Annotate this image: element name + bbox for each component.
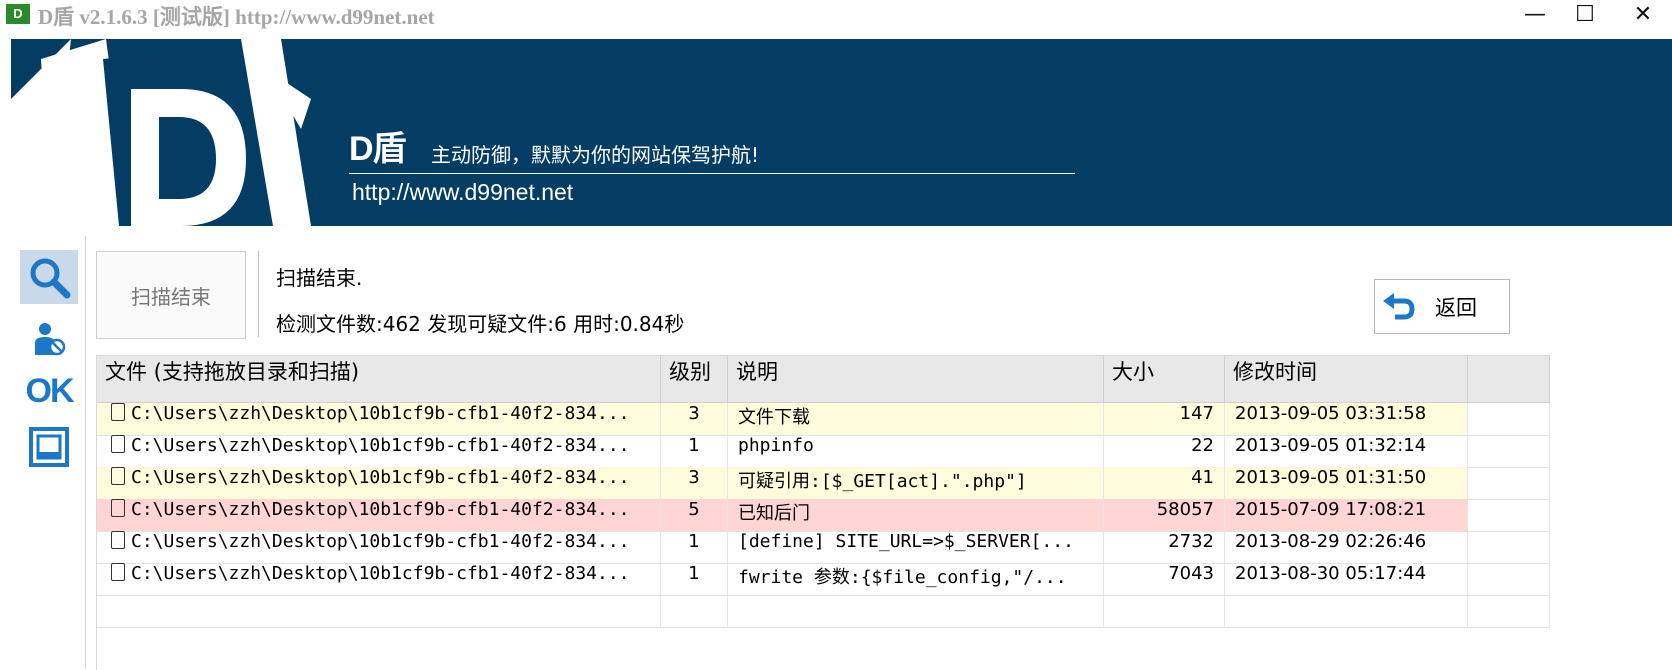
scan-tool-button[interactable] [20, 250, 78, 304]
ok-tool-button[interactable]: OK [20, 364, 78, 418]
close-button[interactable]: ✕ [1620, 0, 1666, 30]
blank-cell [1468, 403, 1550, 435]
app-logo-icon: D [6, 4, 30, 24]
blank-cell [1468, 435, 1550, 467]
file-path: C:\Users\zzh\Desktop\10b1cf9b-cfb1-40f2-… [131, 467, 630, 488]
file-cell [97, 595, 661, 627]
title-bar: D D盾 v2.1.6.3 [测试版] http://www.d99net.ne… [0, 0, 1672, 30]
size-cell: 41 [1104, 467, 1225, 499]
size-cell: 7043 [1104, 563, 1225, 595]
table-row[interactable]: C:\Users\zzh\Desktop\10b1cf9b-cfb1-40f2-… [97, 435, 1550, 468]
file-cell: C:\Users\zzh\Desktop\10b1cf9b-cfb1-40f2-… [97, 467, 661, 499]
blank-cell [1468, 595, 1550, 627]
time-cell [1225, 595, 1468, 627]
blank-cell [1468, 563, 1550, 595]
level-cell [661, 595, 728, 627]
sidebar-divider [85, 236, 86, 669]
file-cell: C:\Users\zzh\Desktop\10b1cf9b-cfb1-40f2-… [97, 403, 661, 435]
file-path: C:\Users\zzh\Desktop\10b1cf9b-cfb1-40f2-… [131, 435, 630, 456]
time-cell: 2015-07-09 17:08:21 [1225, 499, 1468, 531]
back-button-label: 返回 [1435, 296, 1477, 320]
column-header-size[interactable]: 大小 [1104, 356, 1225, 402]
search-icon [30, 258, 71, 299]
description-cell: 已知后门 [728, 499, 1104, 531]
side-toolbar: OK [18, 250, 80, 669]
description-cell: [define] SITE_URL=>$_SERVER[... [728, 531, 1104, 563]
size-cell: 147 [1104, 403, 1225, 435]
level-cell: 1 [661, 563, 728, 595]
table-row[interactable]: C:\Users\zzh\Desktop\10b1cf9b-cfb1-40f2-… [97, 499, 1550, 532]
status-divider [258, 251, 259, 337]
description-cell: phpinfo [728, 435, 1104, 467]
window-title: D盾 v2.1.6.3 [测试版] http://www.d99net.net [38, 5, 435, 29]
column-header-modified-time[interactable]: 修改时间 [1225, 356, 1468, 402]
file-path: C:\Users\zzh\Desktop\10b1cf9b-cfb1-40f2-… [131, 499, 630, 520]
file-cell: C:\Users\zzh\Desktop\10b1cf9b-cfb1-40f2-… [97, 499, 661, 531]
level-cell: 1 [661, 435, 728, 467]
back-button[interactable]: 返回 [1374, 279, 1510, 334]
column-header-blank [1468, 356, 1550, 402]
banner-url[interactable]: http://www.d99net.net [352, 179, 573, 206]
scan-status-detail: 检测文件数:462 发现可疑文件:6 用时:0.84秒 [276, 312, 685, 336]
window-tool-button[interactable] [20, 420, 78, 474]
scan-status-title: 扫描结束. [276, 266, 363, 290]
file-cell: C:\Users\zzh\Desktop\10b1cf9b-cfb1-40f2-… [97, 531, 661, 563]
file-icon [111, 499, 125, 517]
level-cell: 1 [661, 531, 728, 563]
maximize-button[interactable]: ☐ [1562, 0, 1608, 30]
minimize-button[interactable]: — [1512, 0, 1558, 30]
table-row[interactable]: C:\Users\zzh\Desktop\10b1cf9b-cfb1-40f2-… [97, 563, 1550, 596]
file-icon [111, 467, 125, 485]
scan-status-button[interactable]: 扫描结束 [96, 251, 246, 339]
description-cell: 文件下载 [728, 403, 1104, 435]
file-path: C:\Users\zzh\Desktop\10b1cf9b-cfb1-40f2-… [131, 563, 630, 584]
time-cell: 2013-08-30 05:17:44 [1225, 563, 1468, 595]
file-cell: C:\Users\zzh\Desktop\10b1cf9b-cfb1-40f2-… [97, 435, 661, 467]
time-cell: 2013-09-05 03:31:58 [1225, 403, 1468, 435]
size-cell: 22 [1104, 435, 1225, 467]
level-cell: 3 [661, 467, 728, 499]
brand-name: D盾 [349, 130, 407, 168]
level-cell: 3 [661, 403, 728, 435]
table-row[interactable]: C:\Users\zzh\Desktop\10b1cf9b-cfb1-40f2-… [97, 403, 1550, 436]
table-row[interactable]: C:\Users\zzh\Desktop\10b1cf9b-cfb1-40f2-… [97, 467, 1550, 500]
time-cell: 2013-09-05 01:31:50 [1225, 467, 1468, 499]
d-shield-logo-icon [11, 39, 311, 226]
file-icon [111, 563, 125, 581]
column-header-level[interactable]: 级别 [661, 356, 728, 402]
size-cell: 58057 [1104, 499, 1225, 531]
header-banner: D盾 主动防御，默默为你的网站保驾护航! http://www.d99net.n… [11, 39, 1672, 226]
user-shield-icon [35, 323, 66, 356]
file-icon [111, 531, 125, 549]
time-cell: 2013-09-05 01:32:14 [1225, 435, 1468, 467]
banner-slogan: 主动防御，默默为你的网站保驾护航! [431, 143, 760, 167]
file-path: C:\Users\zzh\Desktop\10b1cf9b-cfb1-40f2-… [131, 403, 630, 424]
table-row[interactable]: C:\Users\zzh\Desktop\10b1cf9b-cfb1-40f2-… [97, 531, 1550, 564]
ok-icon: OK [25, 371, 75, 410]
description-cell: 可疑引用:[$_GET[act].".php"] [728, 467, 1104, 499]
size-cell [1104, 595, 1225, 627]
window-icon [29, 427, 69, 467]
size-cell: 2732 [1104, 531, 1225, 563]
undo-arrow-icon [1383, 293, 1415, 320]
results-table: 文件 (支持拖放目录和扫描) 级别 说明 大小 修改时间 C:\Users\zz… [96, 355, 1550, 670]
blank-cell [1468, 467, 1550, 499]
column-header-file[interactable]: 文件 (支持拖放目录和扫描) [97, 356, 661, 402]
file-path: C:\Users\zzh\Desktop\10b1cf9b-cfb1-40f2-… [131, 531, 630, 552]
description-cell: fwrite 参数:{$file_config,"/... [728, 563, 1104, 595]
file-icon [111, 403, 125, 421]
file-cell: C:\Users\zzh\Desktop\10b1cf9b-cfb1-40f2-… [97, 563, 661, 595]
banner-divider [349, 173, 1075, 174]
empty-row [97, 595, 1550, 628]
column-header-description[interactable]: 说明 [728, 356, 1104, 402]
user-tool-button[interactable] [20, 312, 78, 366]
description-cell [728, 595, 1104, 627]
time-cell: 2013-08-29 02:26:46 [1225, 531, 1468, 563]
level-cell: 5 [661, 499, 728, 531]
table-header: 文件 (支持拖放目录和扫描) 级别 说明 大小 修改时间 [97, 356, 1550, 403]
file-icon [111, 435, 125, 453]
blank-cell [1468, 531, 1550, 563]
blank-cell [1468, 499, 1550, 531]
